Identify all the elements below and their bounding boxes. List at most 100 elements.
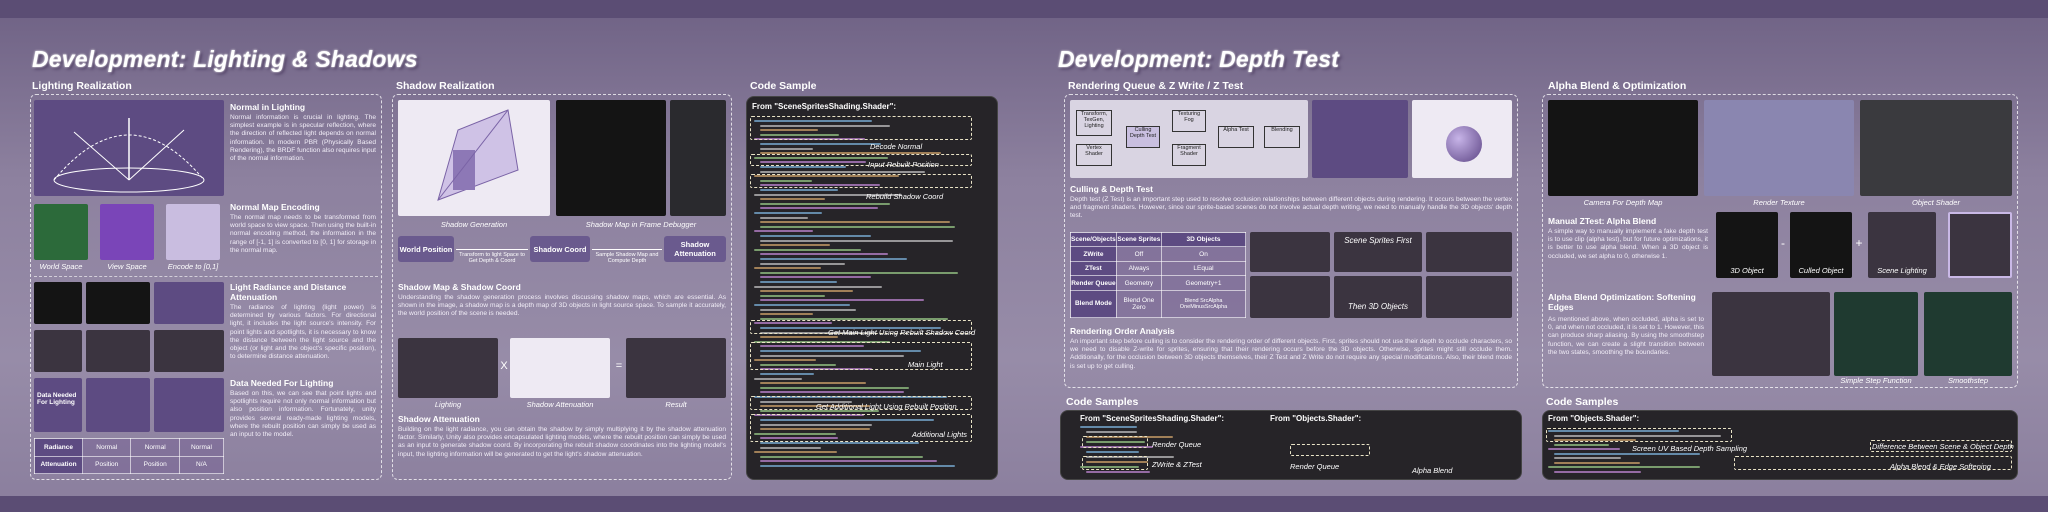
lighting-divider <box>34 276 378 277</box>
row-ztest: ZTest <box>1070 260 1117 277</box>
order-thumb-5 <box>1334 276 1422 318</box>
caption-camera-depth: Camera For Depth Map <box>1583 198 1663 207</box>
code-line-bar <box>760 455 923 458</box>
row-radiance-name: Radiance <box>34 438 83 457</box>
step-comparison-image <box>1712 292 1830 376</box>
code-line-bar <box>760 262 845 265</box>
sphere-image <box>1412 100 1512 178</box>
code-line-bar <box>760 198 826 201</box>
code-line-bar <box>760 244 831 247</box>
light-thumb-5 <box>86 330 150 372</box>
mid-code-source-1: From "SceneSpritesShading.Shader": <box>1080 414 1225 423</box>
world-space-image <box>34 204 88 260</box>
right-box-depth-sampling <box>1546 428 1732 442</box>
code-line-bar <box>754 285 882 288</box>
radiance-heading: Light Radiance and Distance Attenuation <box>230 282 347 302</box>
light-thumb-3 <box>154 282 224 324</box>
stage-vertex-shader: Vertex Shader <box>1076 144 1112 166</box>
row-attenuation-name: Attenuation <box>34 455 83 474</box>
code-line-bar <box>760 442 919 444</box>
code-line-bar <box>1554 461 1640 464</box>
shadow-coord-text: Understanding the shadow generation proc… <box>398 294 726 318</box>
shadow-generation-diagram <box>398 100 550 216</box>
code-line-bar <box>1086 431 1137 433</box>
data-needed-label: Data Needed For Lighting <box>37 392 77 406</box>
mid-code-source-2: From "Objects.Shader": <box>1270 414 1362 423</box>
pipeline-diagram: Transform, TexGen, Lighting Vertex Shade… <box>1070 100 1308 178</box>
label-additional-lights: Additional Lights <box>912 430 968 439</box>
op-minus: - <box>1781 236 1785 250</box>
light-thumb-2 <box>86 282 150 324</box>
ztest-objects: LEqual <box>1161 260 1246 277</box>
label-main-light: Main Light <box>908 360 943 369</box>
data-needed-box: Data Needed For Lighting <box>34 378 82 432</box>
shadow-attenuation-image <box>510 338 610 398</box>
caption-shadow-map: Shadow Map in Frame Debugger <box>585 220 697 229</box>
order-thumb-4 <box>1250 276 1330 318</box>
label-get-main-light: Get Main Light Using Rebuilt Shadow Coor… <box>828 328 976 337</box>
label-decode-normal: Decode Normal <box>870 142 923 151</box>
lines-diagram-2 <box>154 378 224 432</box>
data-needed-heading: Data Needed For Lighting <box>230 378 334 388</box>
order-thumb-6 <box>1426 276 1512 318</box>
lighting-diagram <box>34 100 224 196</box>
mid-label-render-queue: Render Queue <box>1152 440 1202 449</box>
code-line-bar <box>760 294 825 297</box>
caption-world-space: World Space <box>39 262 83 271</box>
code-line-bar <box>760 382 866 385</box>
code-line-bar <box>1086 451 1139 453</box>
code-box-decode <box>750 116 972 140</box>
normal-map-text: The normal map needs to be transformed f… <box>230 214 376 254</box>
stage-fragment-shader: Fragment Shader <box>1172 144 1206 166</box>
stage-alpha-test: Alpha Test <box>1218 126 1254 148</box>
code-line-bar <box>760 147 813 150</box>
code-line-bar <box>760 143 882 145</box>
title-lighting-shadows: Development: Lighting & Shadows <box>32 46 418 72</box>
shadow-frustum-diagram <box>437 109 519 201</box>
top-band <box>0 0 2048 18</box>
code-line-bar <box>754 377 802 380</box>
flow-note-1: Transform to light Space to Get Depth & … <box>459 252 525 264</box>
shadow-map-image <box>556 100 666 216</box>
right-label-alpha-blend: Alpha Blend & Edge Softening <box>1890 462 1991 471</box>
code-line-bar <box>760 258 908 260</box>
lighting-data-table: Radiance Normal Normal Normal Attenuatio… <box>34 438 225 474</box>
stage-culling-depth: Culling Depth Test <box>1126 126 1160 148</box>
light-thumb-6 <box>154 330 224 372</box>
code-line-bar <box>760 373 815 375</box>
code-line-bar <box>760 166 846 168</box>
label-rebuild-shadow-coord: Rebuild Shadow Coord <box>866 192 944 201</box>
caption-shadow-generation: Shadow Generation <box>440 220 508 229</box>
mid-box-zwrite <box>1082 456 1148 470</box>
mid-box-render-queue-2 <box>1290 444 1370 456</box>
mid-label-zwrite: ZWrite & ZTest <box>1152 460 1202 469</box>
hemisphere-diagram <box>53 118 205 193</box>
panel-title-lighting: Lighting Realization <box>32 80 132 92</box>
code-line-bar <box>760 290 853 293</box>
view-space-image <box>100 204 154 260</box>
code-line-bar <box>760 446 822 449</box>
op-equals: = <box>615 360 623 372</box>
row-radiance-a: Normal <box>81 438 132 457</box>
right-label-depth-difference: Difference Between Scene & Object Depth <box>1872 442 2014 451</box>
code-line-bar <box>760 225 956 228</box>
right-label-depth-sampling: Screen UV Based Depth Sampling <box>1632 444 1748 453</box>
lines-diagram-1 <box>86 378 150 432</box>
manual-ztest-text: A simple way to manually implement a fak… <box>1548 228 1708 260</box>
row-zwrite: ZWrite <box>1070 246 1117 262</box>
queue-objects: Geometry+1 <box>1161 275 1246 291</box>
render-texture-image <box>1704 100 1854 196</box>
light-thumb-4 <box>34 330 82 372</box>
label-get-additional-light: Get Additional Light Using Rebuilt Posit… <box>816 402 957 411</box>
caption-result: Result <box>665 400 687 409</box>
flow-world-position: World Position <box>398 236 454 262</box>
smoothstep-image <box>1924 292 2012 376</box>
code-line-bar <box>760 189 838 191</box>
stage-blending: Blending <box>1264 126 1300 148</box>
mid-label-alpha-blend: Alpha Blend <box>1412 466 1453 475</box>
lighting-result-image <box>398 338 498 398</box>
row-attenuation-a: Position <box>81 455 132 474</box>
bottom-band <box>0 496 2048 512</box>
code-line-bar <box>760 221 951 224</box>
shadow-attenuation-text: Building on the light radiance, you can … <box>398 426 726 458</box>
